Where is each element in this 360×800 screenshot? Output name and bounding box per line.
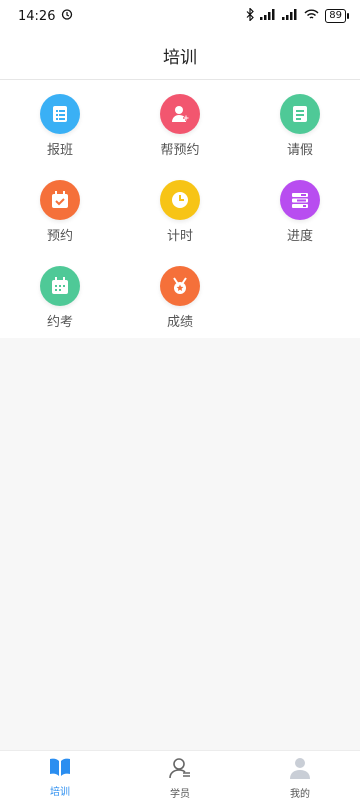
grid-label: 成绩	[166, 315, 193, 330]
tab-label: 我的	[290, 789, 310, 800]
signal-icon	[282, 8, 298, 24]
top-bar: 培训	[0, 32, 360, 80]
calendar-check-icon	[40, 180, 80, 220]
wifi-icon	[304, 9, 319, 24]
tab-training[interactable]: 培训	[0, 751, 120, 800]
grid-item-scores[interactable]: 成绩	[120, 266, 240, 346]
grid-item-exam-booking[interactable]: 约考	[0, 266, 120, 346]
grid-label: 约考	[46, 315, 73, 330]
grid-label: 报班	[46, 143, 73, 158]
grid-label: 预约	[46, 229, 73, 244]
grid-item-progress[interactable]: 进度	[240, 180, 360, 260]
grid-label: 请假	[286, 143, 313, 158]
grid-item-help-book[interactable]: 帮预约	[120, 94, 240, 174]
grid-item-book[interactable]: 预约	[0, 180, 120, 260]
list-icon	[40, 94, 80, 134]
clock-icon	[160, 180, 200, 220]
medal-icon	[160, 266, 200, 306]
calendar-icon	[40, 266, 80, 306]
document-icon	[280, 94, 320, 134]
bluetooth-icon	[246, 6, 255, 25]
profile-icon	[288, 757, 312, 783]
status-bar: 14:26 89	[0, 0, 360, 32]
grid-item-enroll[interactable]: 报班	[0, 94, 120, 174]
status-time: 14:26	[18, 8, 56, 24]
grid-label: 计时	[166, 229, 193, 244]
tab-students[interactable]: 学员	[120, 751, 240, 800]
student-icon	[168, 757, 192, 783]
grid-item-timer[interactable]: 计时	[120, 180, 240, 260]
grid-label: 进度	[286, 229, 313, 244]
tab-label: 学员	[170, 789, 190, 800]
feature-grid: 报班 帮预约 请假 预约 计时 进度 约考 成绩	[0, 80, 360, 338]
progress-icon	[280, 180, 320, 220]
tab-profile[interactable]: 我的	[240, 751, 360, 800]
bottom-tab-bar: 培训 学员 我的	[0, 750, 360, 800]
book-icon	[48, 757, 72, 781]
signal-icon	[260, 8, 276, 24]
page-title: 培训	[163, 48, 197, 68]
add-user-icon	[160, 94, 200, 134]
grid-item-leave[interactable]: 请假	[240, 94, 360, 174]
battery-indicator: 89	[325, 9, 349, 23]
alarm-icon	[61, 8, 73, 24]
grid-label: 帮预约	[160, 143, 200, 158]
tab-label: 培训	[50, 787, 70, 798]
